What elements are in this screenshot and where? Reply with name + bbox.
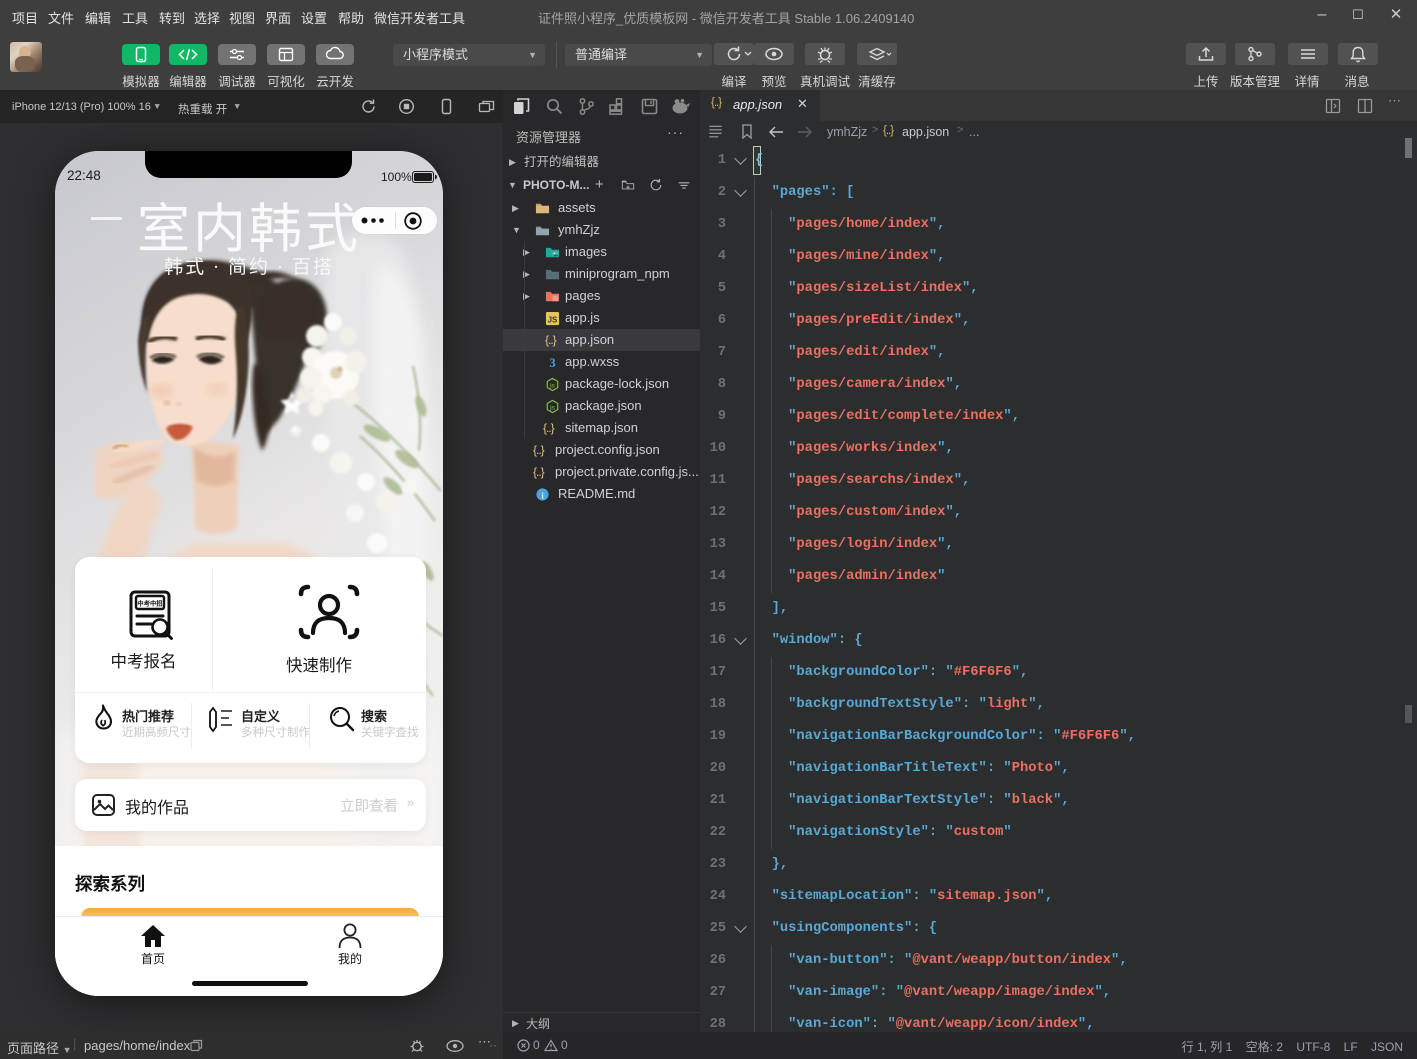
svg-text:3: 3	[549, 356, 555, 370]
svg-text:js: js	[549, 382, 555, 389]
svg-text:中考中招: 中考中招	[137, 599, 162, 608]
svg-text:js: js	[549, 404, 555, 411]
svg-text:JS: JS	[548, 315, 558, 324]
